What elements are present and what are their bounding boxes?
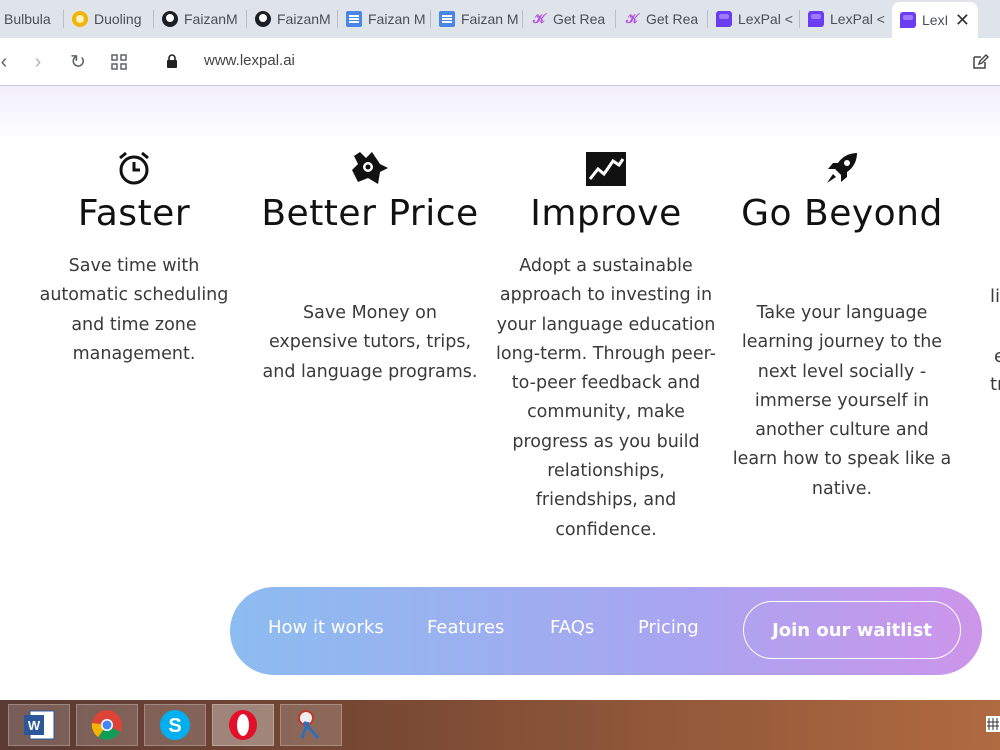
docs-icon <box>346 11 362 27</box>
chart-trend-icon <box>586 152 626 186</box>
skype-icon: S <box>160 710 190 740</box>
tab-label: Bulbula <box>4 11 51 27</box>
opera-icon <box>229 710 257 740</box>
speed-dial-icon[interactable] <box>105 48 133 76</box>
tab-label: Faizan M <box>368 11 426 27</box>
offscreen-feature-text: li <box>990 286 1000 307</box>
tab-lexpal-2[interactable]: LexPal < <box>800 0 892 38</box>
tab-label: LexP <box>922 12 947 28</box>
github-icon <box>255 11 271 27</box>
tab-label: LexPal < <box>830 11 885 27</box>
nav-link-how-it-works[interactable]: How it works <box>268 617 384 638</box>
tab-github-1[interactable]: FaizanM <box>154 0 247 38</box>
tab-label: LexPal < <box>738 11 793 27</box>
feature-title: Go Beyond <box>741 193 943 234</box>
back-icon[interactable]: ‹ <box>0 48 18 76</box>
feature-description: Adopt a sustainable approach to investin… <box>496 256 716 540</box>
feature-description: Save time with automatic scheduling and … <box>39 256 229 364</box>
nav-link-faqs[interactable]: FAQs <box>550 617 594 638</box>
github-icon <box>162 11 178 27</box>
docs-icon <box>439 11 455 27</box>
browser-tab-strip: Bulbula Duoling FaizanM FaizanM Faizan M… <box>0 0 1000 38</box>
rocket-icon <box>827 153 857 183</box>
taskbar-snipping-tool[interactable] <box>280 704 342 746</box>
feature-description: Save Money on expensive tutors, trips, a… <box>262 303 478 382</box>
feature-title: Improve <box>530 193 682 234</box>
tab-label: Duoling <box>94 11 142 27</box>
tab-label: Get Rea <box>646 11 699 27</box>
svg-text:W: W <box>28 718 41 733</box>
close-tab-icon[interactable]: ✕ <box>955 11 970 29</box>
snipping-tool-icon <box>298 710 320 739</box>
taskbar-word[interactable]: W <box>8 704 70 746</box>
tab-github-2[interactable]: FaizanM <box>247 0 338 38</box>
duolingo-icon <box>72 11 88 27</box>
alarm-clock-icon <box>119 151 149 185</box>
lexpal-icon <box>716 11 732 27</box>
nav-link-features[interactable]: Features <box>427 617 504 638</box>
lock-icon[interactable] <box>166 54 178 68</box>
taskbar-skype[interactable]: S <box>144 704 206 746</box>
forward-icon[interactable]: › <box>24 48 52 76</box>
lexpal-icon <box>808 11 824 27</box>
tab-lexpal-1[interactable]: LexPal < <box>708 0 800 38</box>
flying-money-icon <box>352 152 388 184</box>
edit-snap-icon[interactable] <box>966 48 994 76</box>
word-icon: W <box>24 710 55 740</box>
taskbar-opera[interactable] <box>212 704 274 746</box>
lexpal-icon <box>900 12 916 28</box>
taskbar-chrome[interactable] <box>76 704 138 746</box>
lexpal-features-page: Faster Save time with automatic scheduli… <box>0 86 1000 700</box>
getready-icon: 𝒦 <box>532 11 546 26</box>
tab-docs-2[interactable]: Faizan M <box>431 0 523 38</box>
nav-link-pricing[interactable]: Pricing <box>638 617 699 638</box>
tab-label: FaizanM <box>277 11 331 27</box>
tab-label: Get Rea <box>553 11 606 27</box>
chrome-icon <box>91 710 122 740</box>
tab-lexpal-active[interactable]: LexP ✕ <box>892 2 978 38</box>
address-toolbar: ‹ › ↻ www.lexpal.ai <box>0 38 1000 86</box>
join-waitlist-button[interactable]: Join our waitlist <box>743 601 961 659</box>
getready-icon: 𝒦 <box>625 11 639 26</box>
tab-docs-1[interactable]: Faizan M <box>338 0 431 38</box>
svg-text:S: S <box>168 715 181 737</box>
feature-title: Better Price <box>261 193 479 234</box>
keyboard-icon[interactable] <box>986 716 1000 732</box>
tab-label: FaizanM <box>184 11 238 27</box>
offscreen-feature-text: e <box>994 346 1000 367</box>
offscreen-feature-text: tr <box>990 374 1000 395</box>
tab-duolingo[interactable]: Duoling <box>64 0 154 38</box>
feature-title: Faster <box>77 193 191 234</box>
tab-getready-1[interactable]: 𝒦 Get Rea <box>523 0 616 38</box>
tab-getready-2[interactable]: 𝒦 Get Rea <box>616 0 708 38</box>
tab-label: Faizan M <box>461 11 519 27</box>
reload-icon[interactable]: ↻ <box>64 48 92 76</box>
url-text[interactable]: www.lexpal.ai <box>204 52 295 69</box>
tab-bulbula[interactable]: Bulbula <box>0 0 64 38</box>
feature-description: Take your language learning journey to t… <box>732 303 952 499</box>
floating-nav-bar: How it works Features FAQs Pricing Join … <box>230 587 982 675</box>
windows-taskbar: W S <box>0 700 1000 750</box>
